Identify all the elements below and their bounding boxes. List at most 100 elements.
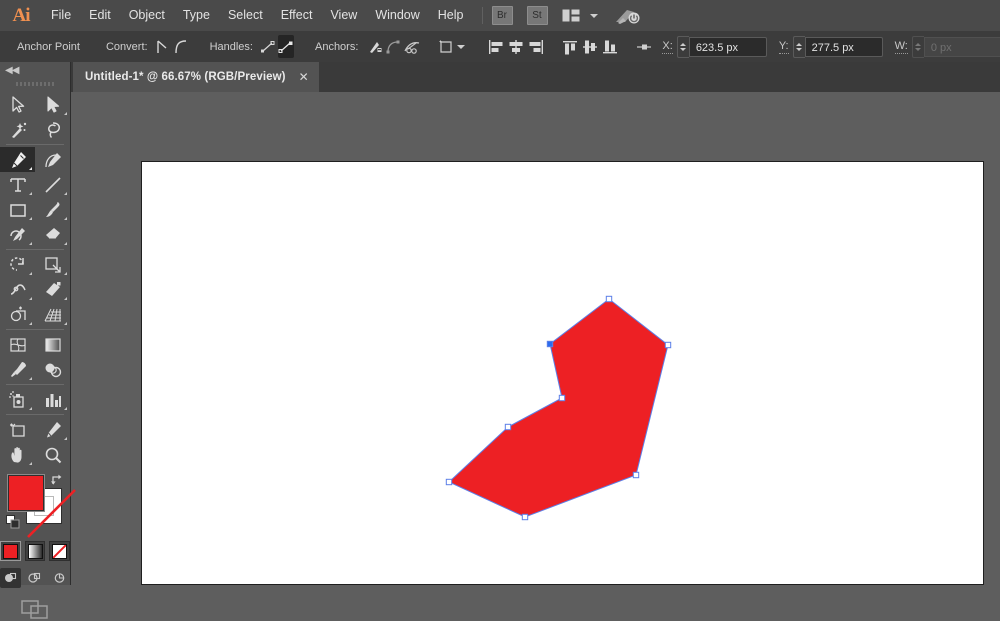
menu-item-object[interactable]: Object (120, 0, 174, 31)
eraser-tool[interactable] (35, 222, 70, 247)
anchor-point[interactable] (606, 296, 611, 301)
blend-tool[interactable] (35, 357, 70, 382)
chevron-down-icon[interactable] (590, 14, 598, 18)
hand-tool[interactable] (0, 442, 35, 467)
collapse-panel-icon[interactable]: ◀◀ (5, 65, 18, 76)
anchor-point[interactable] (633, 472, 638, 477)
gradient-swatch-button[interactable] (25, 541, 46, 561)
menu-item-effect[interactable]: Effect (272, 0, 322, 31)
shaper-tool[interactable] (0, 222, 35, 247)
magic-wand-tool[interactable] (0, 117, 35, 142)
tool-divider (6, 384, 64, 385)
type-tool[interactable] (0, 172, 35, 197)
free-transform-tool[interactable] (35, 277, 70, 302)
stock-button[interactable]: St (527, 6, 548, 25)
x-position-field[interactable]: X: 623.5 px (662, 36, 766, 58)
anchor-point[interactable] (446, 479, 451, 484)
workspace-switcher-icon[interactable] (614, 7, 640, 25)
curvature-tool[interactable] (35, 147, 70, 172)
x-input[interactable]: 623.5 px (689, 37, 767, 57)
close-icon[interactable]: ✕ (299, 71, 309, 83)
anchor-point[interactable] (665, 342, 670, 347)
zoom-tool[interactable] (35, 442, 70, 467)
eyedropper-tool[interactable] (0, 357, 35, 382)
lasso-tool[interactable] (35, 117, 70, 142)
cut-path-at-anchor-icon[interactable] (403, 35, 421, 58)
column-graph-tool[interactable] (35, 387, 70, 412)
flyout-indicator-icon (64, 242, 67, 245)
menu-item-help[interactable]: Help (429, 0, 473, 31)
menu-item-select[interactable]: Select (219, 0, 272, 31)
paintbrush-tool[interactable] (35, 197, 70, 222)
y-stepper[interactable] (793, 36, 805, 58)
scale-tool[interactable] (35, 252, 70, 277)
shape-builder-tool[interactable] (0, 302, 35, 327)
show-handles-icon[interactable] (260, 35, 276, 58)
draw-normal-button[interactable] (0, 568, 21, 588)
y-position-field[interactable]: Y: 277.5 px (779, 36, 883, 58)
tools-panel-header[interactable]: ◀◀ (0, 62, 70, 78)
red-polygon-path[interactable] (449, 299, 668, 517)
direct-selection-tool[interactable] (35, 92, 70, 117)
x-stepper[interactable] (677, 36, 689, 58)
pen-tool[interactable] (0, 147, 35, 172)
align-bottom-icon[interactable] (601, 35, 619, 58)
document-tab[interactable]: Untitled-1* @ 66.67% (RGB/Preview) ✕ (73, 62, 319, 92)
convert-to-corner-icon[interactable] (155, 35, 171, 58)
menu-item-type[interactable]: Type (174, 0, 219, 31)
none-swatch-button[interactable] (49, 541, 70, 561)
w-input: 0 px (924, 37, 1000, 57)
fill-swatch[interactable] (8, 475, 44, 511)
anchor-point[interactable] (522, 514, 527, 519)
change-screen-mode-button[interactable] (0, 597, 70, 621)
arrange-documents-icon[interactable] (562, 9, 580, 22)
anchor-point[interactable] (559, 395, 564, 400)
y-input[interactable]: 277.5 px (805, 37, 883, 57)
menu-item-window[interactable]: Window (366, 0, 428, 31)
anchor-point[interactable] (505, 424, 510, 429)
align-horizontal-center-icon[interactable] (507, 35, 525, 58)
rectangle-tool[interactable] (0, 197, 35, 222)
connect-anchors-icon[interactable] (385, 35, 401, 58)
width-tool[interactable] (0, 277, 35, 302)
flyout-indicator-icon (64, 112, 67, 115)
width-field: W: 0 px (895, 36, 1000, 58)
color-swatch-button[interactable] (0, 541, 21, 561)
mesh-tool[interactable] (0, 332, 35, 357)
flyout-indicator-icon (64, 272, 67, 275)
tool-group-transform (0, 252, 70, 327)
menu-item-file[interactable]: File (42, 0, 80, 31)
align-vertical-center-icon[interactable] (581, 35, 599, 58)
selection-tool[interactable] (0, 92, 35, 117)
draw-behind-button[interactable] (24, 568, 45, 588)
gradient-tool[interactable] (35, 332, 70, 357)
flyout-indicator-icon (29, 297, 32, 300)
convert-to-smooth-icon[interactable] (173, 35, 189, 58)
remove-anchor-icon[interactable] (365, 35, 383, 58)
align-left-icon[interactable] (487, 35, 505, 58)
align-right-icon[interactable] (527, 35, 545, 58)
perspective-grid-tool[interactable] (35, 302, 70, 327)
rotate-tool[interactable] (0, 252, 35, 277)
tools-panel-grip[interactable] (16, 79, 54, 89)
isolate-selected-icon[interactable] (635, 35, 655, 58)
hide-handles-icon[interactable] (278, 35, 294, 58)
none-icon (52, 544, 67, 559)
draw-inside-button[interactable] (49, 568, 70, 588)
menu-item-view[interactable]: View (321, 0, 366, 31)
bridge-button[interactable]: Br (492, 6, 513, 25)
anchor-point[interactable] (547, 341, 552, 346)
canvas-area[interactable] (70, 92, 1000, 585)
align-top-icon[interactable] (561, 35, 579, 58)
artboard-tool[interactable] (0, 417, 35, 442)
flyout-indicator-icon (29, 167, 32, 170)
transform-chevron-down-icon[interactable] (457, 45, 465, 49)
menu-item-edit[interactable]: Edit (80, 0, 120, 31)
line-segment-tool[interactable] (35, 172, 70, 197)
default-fill-stroke-icon[interactable] (6, 515, 20, 532)
slice-tool[interactable] (35, 417, 70, 442)
convert-label: Convert: (100, 41, 154, 53)
transform-shape-icon[interactable] (437, 35, 455, 58)
swap-fill-stroke-icon[interactable] (50, 473, 64, 490)
symbol-sprayer-tool[interactable] (0, 387, 35, 412)
